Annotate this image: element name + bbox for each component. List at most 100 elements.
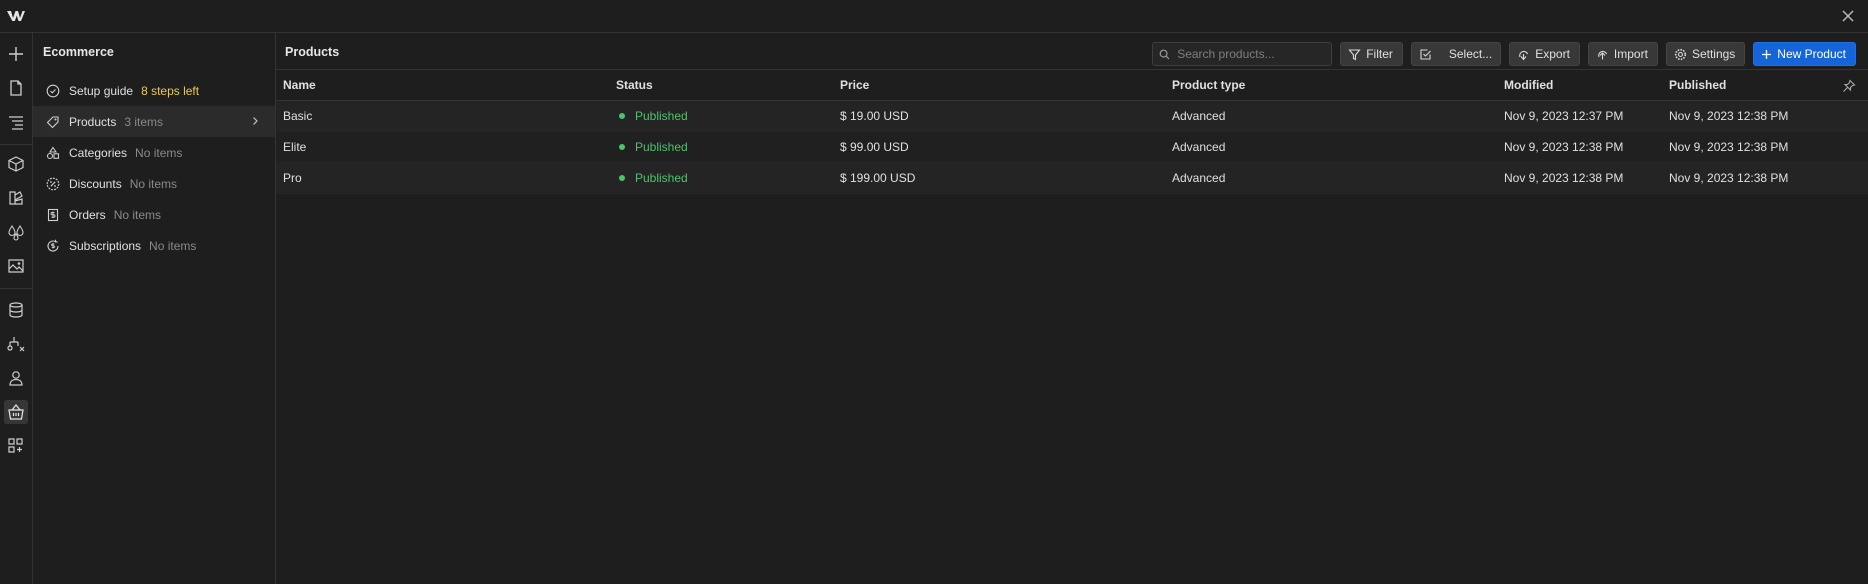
pages-panel-button[interactable] [4, 76, 28, 100]
settings-button[interactable]: Settings [1665, 42, 1746, 66]
import-icon [1598, 50, 1607, 59]
cell-modified: Nov 9, 2023 12:38 PM [1504, 140, 1624, 154]
cell-product-type: Advanced [1172, 171, 1226, 185]
nav-item-orders[interactable]: Orders No items [33, 199, 275, 230]
column-header-product-type[interactable]: Product type [1165, 78, 1497, 92]
cell-modified: Nov 9, 2023 12:37 PM [1504, 109, 1624, 123]
status-badge: Published [635, 140, 688, 154]
column-header-name[interactable]: Name [276, 78, 609, 92]
nav-item-products[interactable]: Products 3 items [33, 106, 275, 137]
nav-item-discounts[interactable]: Discounts No items [33, 168, 275, 199]
select-button-label: Select... [1448, 47, 1493, 61]
user-icon [9, 371, 23, 386]
close-icon[interactable] [1840, 8, 1856, 24]
cube-icon [8, 156, 24, 172]
table-row[interactable]: Pro Published $ 199.00 USD Advanced Nov … [276, 163, 1868, 194]
import-button[interactable]: Import [1587, 42, 1658, 66]
nav-item-label: Setup guide [69, 83, 134, 98]
webflow-logo-icon[interactable] [6, 8, 26, 24]
search-icon [1159, 49, 1170, 59]
filter-button-label: Filter [1366, 47, 1393, 61]
pin-icon[interactable] [1842, 79, 1856, 93]
filter-icon [1348, 48, 1361, 60]
page-icon [10, 80, 22, 96]
plus-icon [9, 47, 23, 61]
apps-panel-button[interactable] [4, 434, 28, 458]
cell-price: $ 19.00 USD [840, 109, 909, 123]
checkbox-checked-icon [1420, 48, 1431, 60]
panel-title: Ecommerce [43, 45, 114, 59]
add-panel-button[interactable] [4, 42, 28, 66]
export-icon [1519, 50, 1529, 60]
swatch-book-icon [9, 191, 23, 205]
page-title: Products [285, 45, 340, 59]
status-dot [619, 113, 625, 119]
left-icon-rail [0, 33, 33, 584]
variables-panel-button[interactable] [4, 220, 28, 244]
database-icon [9, 302, 23, 318]
nav-item-label: Discounts [69, 176, 122, 191]
cell-published: Nov 9, 2023 12:38 PM [1669, 140, 1789, 154]
export-button[interactable]: Export [1509, 42, 1580, 66]
toolbar: Filter Select... Export Import Settings … [1152, 42, 1856, 66]
cell-modified: Nov 9, 2023 12:38 PM [1504, 171, 1624, 185]
navigator-panel-button[interactable] [4, 110, 28, 134]
column-header-published[interactable]: Published [1662, 78, 1842, 92]
column-header-price[interactable]: Price [833, 78, 1165, 92]
discount-badge-icon [45, 176, 61, 192]
nav-item-setup-guide[interactable]: Setup guide 8 steps left [33, 75, 275, 106]
cell-price: $ 99.00 USD [840, 140, 909, 154]
search-input[interactable] [1175, 46, 1326, 62]
status-dot [619, 175, 625, 181]
table-row[interactable]: Basic Published $ 19.00 USD Advanced Nov… [276, 101, 1868, 132]
nav-item-meta: No items [149, 238, 197, 253]
nav-item-meta: 3 items [124, 114, 164, 129]
drops-icon [8, 225, 24, 241]
check-circle-icon [45, 83, 61, 99]
new-product-button-label: New Product [1777, 47, 1846, 61]
shapes-icon [45, 145, 61, 161]
column-header-status[interactable]: Status [609, 78, 833, 92]
cell-status: Published [609, 109, 833, 123]
nav-item-meta: No items [129, 176, 178, 191]
flow-icon [7, 337, 25, 352]
nav-item-label: Subscriptions [69, 238, 142, 253]
table-row[interactable]: Elite Published $ 99.00 USD Advanced Nov… [276, 132, 1868, 163]
ecommerce-panel-button[interactable] [4, 400, 28, 424]
nav-item-label: Orders [69, 207, 106, 222]
products-table: Name Status Price Product type Modified … [276, 69, 1868, 194]
cell-price: $ 199.00 USD [840, 171, 916, 185]
cell-name: Basic [283, 109, 313, 123]
nav-item-label: Products [69, 114, 117, 129]
cell-product-type: Advanced [1172, 109, 1226, 123]
ecommerce-panel: Ecommerce Setup guide 8 steps left Produ… [33, 33, 276, 584]
plus-icon [1762, 49, 1772, 59]
cms-panel-button[interactable] [4, 298, 28, 322]
assets-panel-button[interactable] [4, 254, 28, 278]
image-icon [8, 259, 24, 273]
cell-published: Nov 9, 2023 12:38 PM [1669, 171, 1789, 185]
recurring-payment-icon [45, 238, 61, 254]
components-panel-button[interactable] [4, 152, 28, 176]
nav-item-meta: No items [135, 145, 183, 160]
chevron-right-icon [253, 117, 258, 125]
column-header-modified[interactable]: Modified [1497, 78, 1662, 92]
nav-item-label: Categories [69, 145, 128, 160]
nav-item-subscriptions[interactable]: Subscriptions No items [33, 230, 275, 261]
select-button[interactable]: Select... [1410, 42, 1502, 66]
new-product-button[interactable]: New Product [1753, 42, 1856, 66]
users-panel-button[interactable] [4, 366, 28, 390]
cell-name: Pro [283, 171, 302, 185]
filter-button[interactable]: Filter [1340, 42, 1403, 66]
nav-item-categories[interactable]: Categories No items [33, 137, 275, 168]
apps-grid-icon [8, 438, 23, 453]
cell-published: Nov 9, 2023 12:38 PM [1669, 109, 1789, 123]
logic-panel-button[interactable] [4, 332, 28, 356]
products-view: Products Filter Select... Export Import … [276, 33, 1868, 584]
cell-product-type: Advanced [1172, 140, 1226, 154]
layers-list-icon [9, 116, 23, 130]
style-guide-panel-button[interactable] [4, 186, 28, 210]
status-badge: Published [635, 109, 688, 123]
status-dot [619, 144, 625, 150]
ecommerce-nav: Setup guide 8 steps left Products 3 item… [33, 75, 275, 261]
